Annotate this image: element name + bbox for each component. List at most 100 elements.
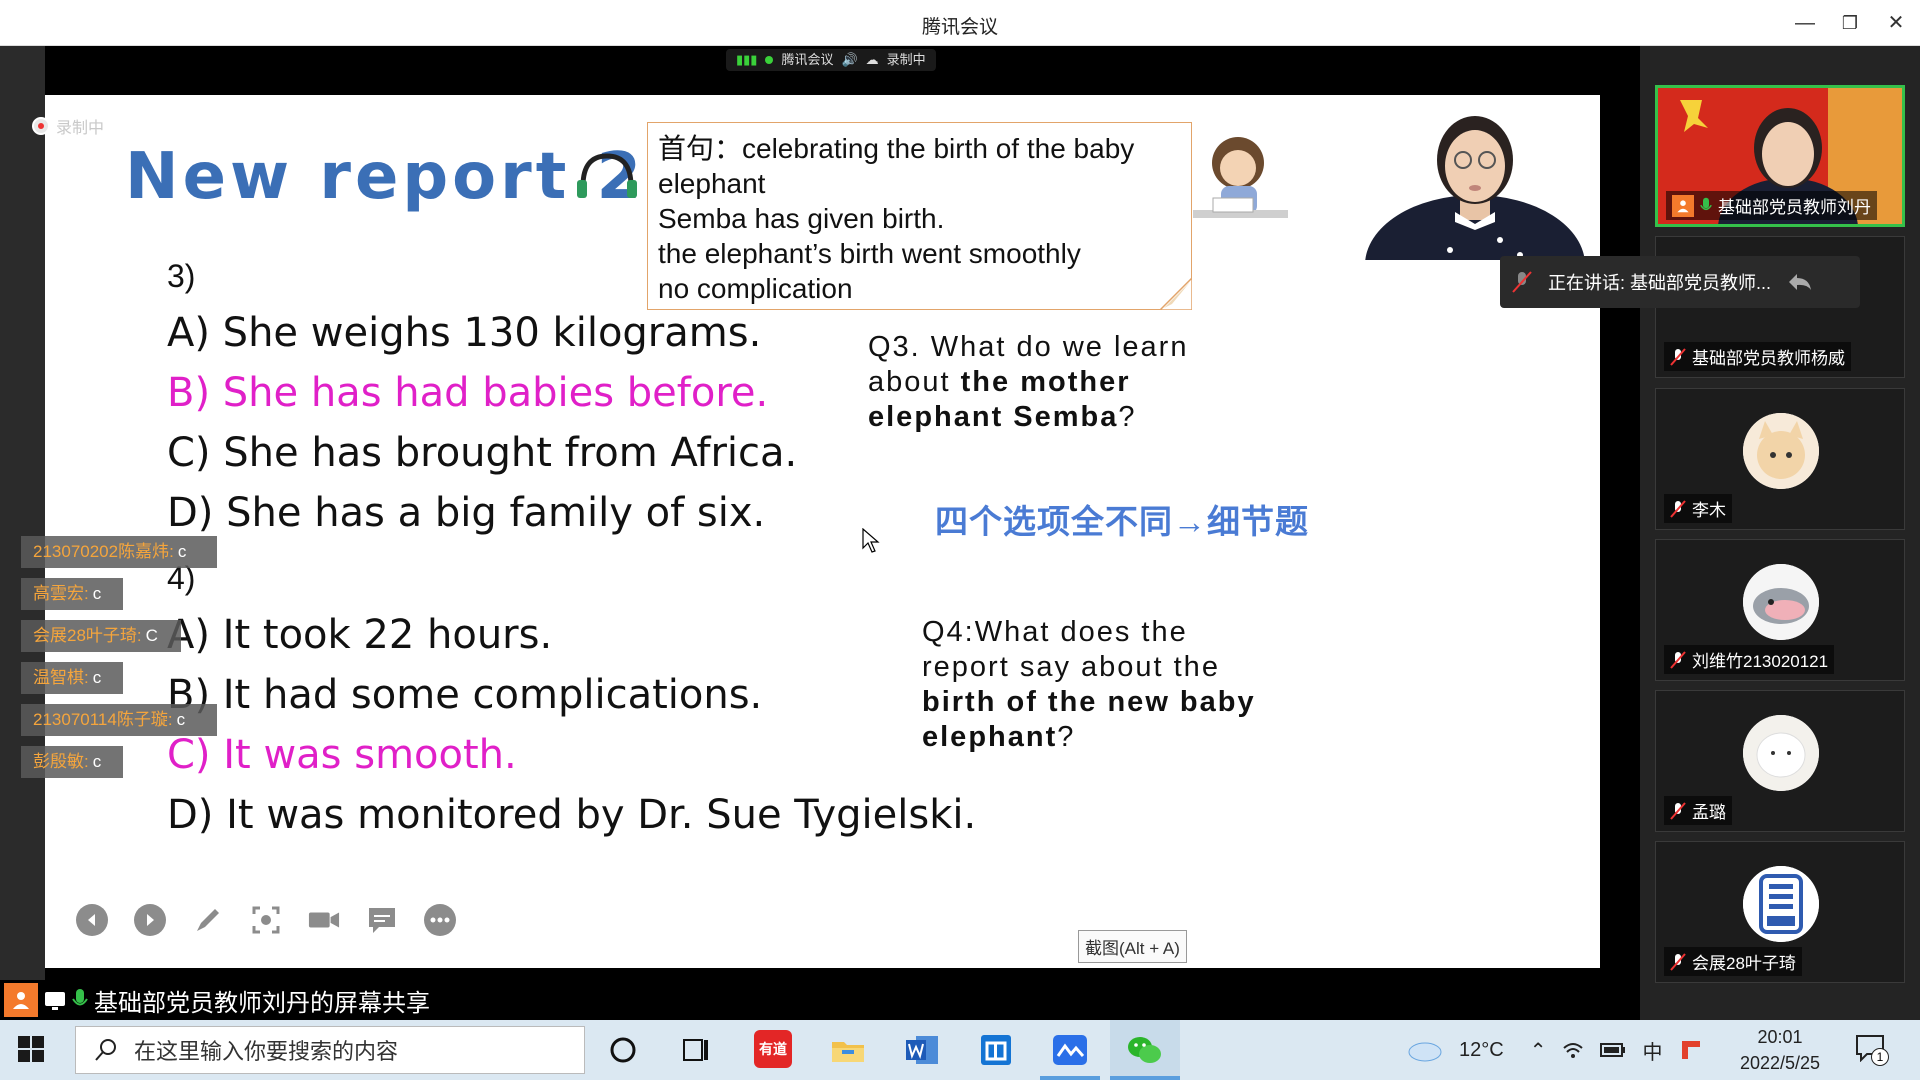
previous-slide-icon[interactable] <box>76 904 108 936</box>
chat-message: 彭殷敏: c <box>21 746 123 778</box>
record-icon <box>32 117 50 135</box>
presenter-video[interactable] <box>1360 100 1590 260</box>
clock[interactable]: 20:01 2022/5/25 <box>1720 1024 1840 1076</box>
chevron-up-icon[interactable]: ⌃ <box>1530 1038 1547 1063</box>
screen-share-bar: 基础部党员教师刘丹的屏幕共享 <box>0 980 1640 1020</box>
girl-drawing-icon <box>1193 137 1288 218</box>
note-line: the elephant’s birth went smoothly <box>658 238 1081 269</box>
windows-start-icon[interactable] <box>18 1036 44 1062</box>
active-app-indicator <box>1110 1076 1180 1080</box>
q4-option-b: B) It had some complications. <box>167 672 763 718</box>
q3-option-c: C) She has brought from Africa. <box>167 430 798 476</box>
chat-message: 213070114陈子璇: c <box>21 704 217 736</box>
task-view-icon[interactable] <box>676 1030 716 1070</box>
q4-line4-bold: elephant <box>922 721 1058 753</box>
share-label: 基础部党员教师刘丹的屏幕共享 <box>94 989 430 1017</box>
note-line: Semba has given birth. <box>658 203 945 234</box>
word-icon[interactable] <box>902 1030 942 1070</box>
speaker-icon: 🔊 <box>841 52 858 67</box>
participant-name: 刘维竹213020121 <box>1692 652 1829 671</box>
chat-message: 温智棋: c <box>21 662 123 694</box>
mic-muted-icon <box>1512 271 1532 293</box>
minimize-button[interactable]: — <box>1785 8 1825 38</box>
participant-name-bar: 刘维竹213020121 <box>1664 645 1835 674</box>
q3-option-b: B) She has had babies before. <box>167 370 769 416</box>
screenshot-icon[interactable] <box>250 904 282 936</box>
subtitle-icon[interactable] <box>366 904 398 936</box>
person-icon <box>1672 194 1694 217</box>
note-line: 首句：celebrating the birth of the baby <box>658 133 1135 164</box>
chat-text: c <box>176 710 186 729</box>
system-tray: 12°C ⌃ 中 <box>1405 1020 1704 1080</box>
close-button[interactable]: ✕ <box>1876 8 1916 38</box>
more-icon[interactable] <box>424 904 456 936</box>
youdao-icon[interactable]: 有道 <box>754 1030 792 1068</box>
mic-muted-icon <box>1670 952 1686 971</box>
chat-message: 会展28叶子琦: C <box>21 620 181 652</box>
chat-message: 213070202陈嘉炜: c <box>21 536 217 568</box>
q4-line4-mark: ? <box>1057 721 1076 753</box>
question-3-number: 3) <box>167 258 196 294</box>
participant-name: 孟璐 <box>1692 803 1726 822</box>
wechat-icon[interactable] <box>1124 1030 1164 1070</box>
note-line: elephant <box>658 168 766 199</box>
q4-line3-bold: birth of the new baby <box>922 686 1256 718</box>
participant-name-bar: 基础部党员教师刘丹 <box>1666 191 1877 220</box>
microphone-icon <box>72 989 88 1006</box>
search-placeholder: 在这里输入你要搜索的内容 <box>134 1039 399 1064</box>
avatar <box>1743 564 1819 640</box>
sogou-icon[interactable] <box>1678 1037 1704 1063</box>
slide-title: New report 2 <box>125 140 646 214</box>
participant-tile[interactable]: 会展28叶子琦 <box>1655 841 1905 983</box>
tencent-meeting-icon[interactable] <box>1050 1030 1090 1070</box>
seal-avatar-icon <box>1743 564 1819 640</box>
battery-icon[interactable] <box>1600 1042 1626 1058</box>
file-explorer-icon[interactable] <box>828 1030 868 1070</box>
weather-temp[interactable]: 12°C <box>1459 1039 1504 1062</box>
notification-center-icon[interactable]: 1 <box>1855 1034 1889 1066</box>
recording-status: 录制中 <box>886 52 926 67</box>
participant-tile[interactable]: 刘维竹213020121 <box>1655 539 1905 681</box>
pen-icon[interactable] <box>192 904 224 936</box>
q3-line3-bold: elephant Semba <box>868 401 1119 433</box>
q3-option-d: D) She has a big family of six. <box>167 490 766 536</box>
next-slide-icon[interactable] <box>134 904 166 936</box>
meeting-status-bar[interactable]: ▮▮▮ 腾讯会议 🔊 ☁ 录制中 <box>726 49 936 71</box>
weather-cloud-icon[interactable] <box>1405 1037 1443 1063</box>
slide-controls <box>76 904 456 936</box>
participant-name: 基础部党员教师刘丹 <box>1718 198 1871 217</box>
chat-message: 高雲宏: c <box>21 578 123 610</box>
mic-muted-icon <box>1670 347 1686 366</box>
participant-tile[interactable]: 基础部党员教师刘丹 <box>1655 85 1905 227</box>
meeting-app-label: 腾讯会议 <box>781 52 834 67</box>
camera-icon[interactable] <box>308 904 340 936</box>
girl-badge-avatar-icon <box>1743 866 1819 942</box>
windows-taskbar: 在这里输入你要搜索的内容 有道 12°C ⌃ 中 20:01 2022/5/25… <box>0 1020 1920 1080</box>
left-strip <box>0 46 45 1020</box>
avatar <box>1743 866 1819 942</box>
status-dot-icon <box>765 56 774 64</box>
ime-indicator[interactable]: 中 <box>1642 1036 1662 1065</box>
q4-line1: Q4:What does the <box>922 616 1188 648</box>
chat-name: 彭殷敏: <box>33 752 89 771</box>
participant-tile[interactable]: 李木 <box>1655 388 1905 530</box>
q3-line2: about the mother <box>868 365 1188 400</box>
wifi-icon[interactable] <box>1562 1040 1584 1060</box>
cortana-icon[interactable] <box>603 1030 643 1070</box>
restore-button[interactable]: ❐ <box>1830 8 1870 38</box>
avatar <box>1743 715 1819 791</box>
notification-badge: 1 <box>1871 1048 1889 1066</box>
chat-text: c <box>92 752 102 771</box>
q4-question: Q4:What does the report say about the bi… <box>922 615 1256 755</box>
mic-muted-icon <box>1670 650 1686 669</box>
chat-text: c <box>92 668 102 687</box>
store-icon[interactable] <box>976 1030 1016 1070</box>
signal-icon: ▮▮▮ <box>736 52 758 67</box>
reply-arrow-icon[interactable] <box>1787 272 1813 292</box>
q4-line3: birth of the new baby <box>922 685 1256 720</box>
window-title: 腾讯会议 <box>921 17 998 38</box>
page-fold-icon <box>1160 278 1192 310</box>
taskbar-search-box[interactable]: 在这里输入你要搜索的内容 <box>75 1026 585 1074</box>
chat-name: 温智棋: <box>33 668 89 687</box>
participant-tile[interactable]: 孟璐 <box>1655 690 1905 832</box>
